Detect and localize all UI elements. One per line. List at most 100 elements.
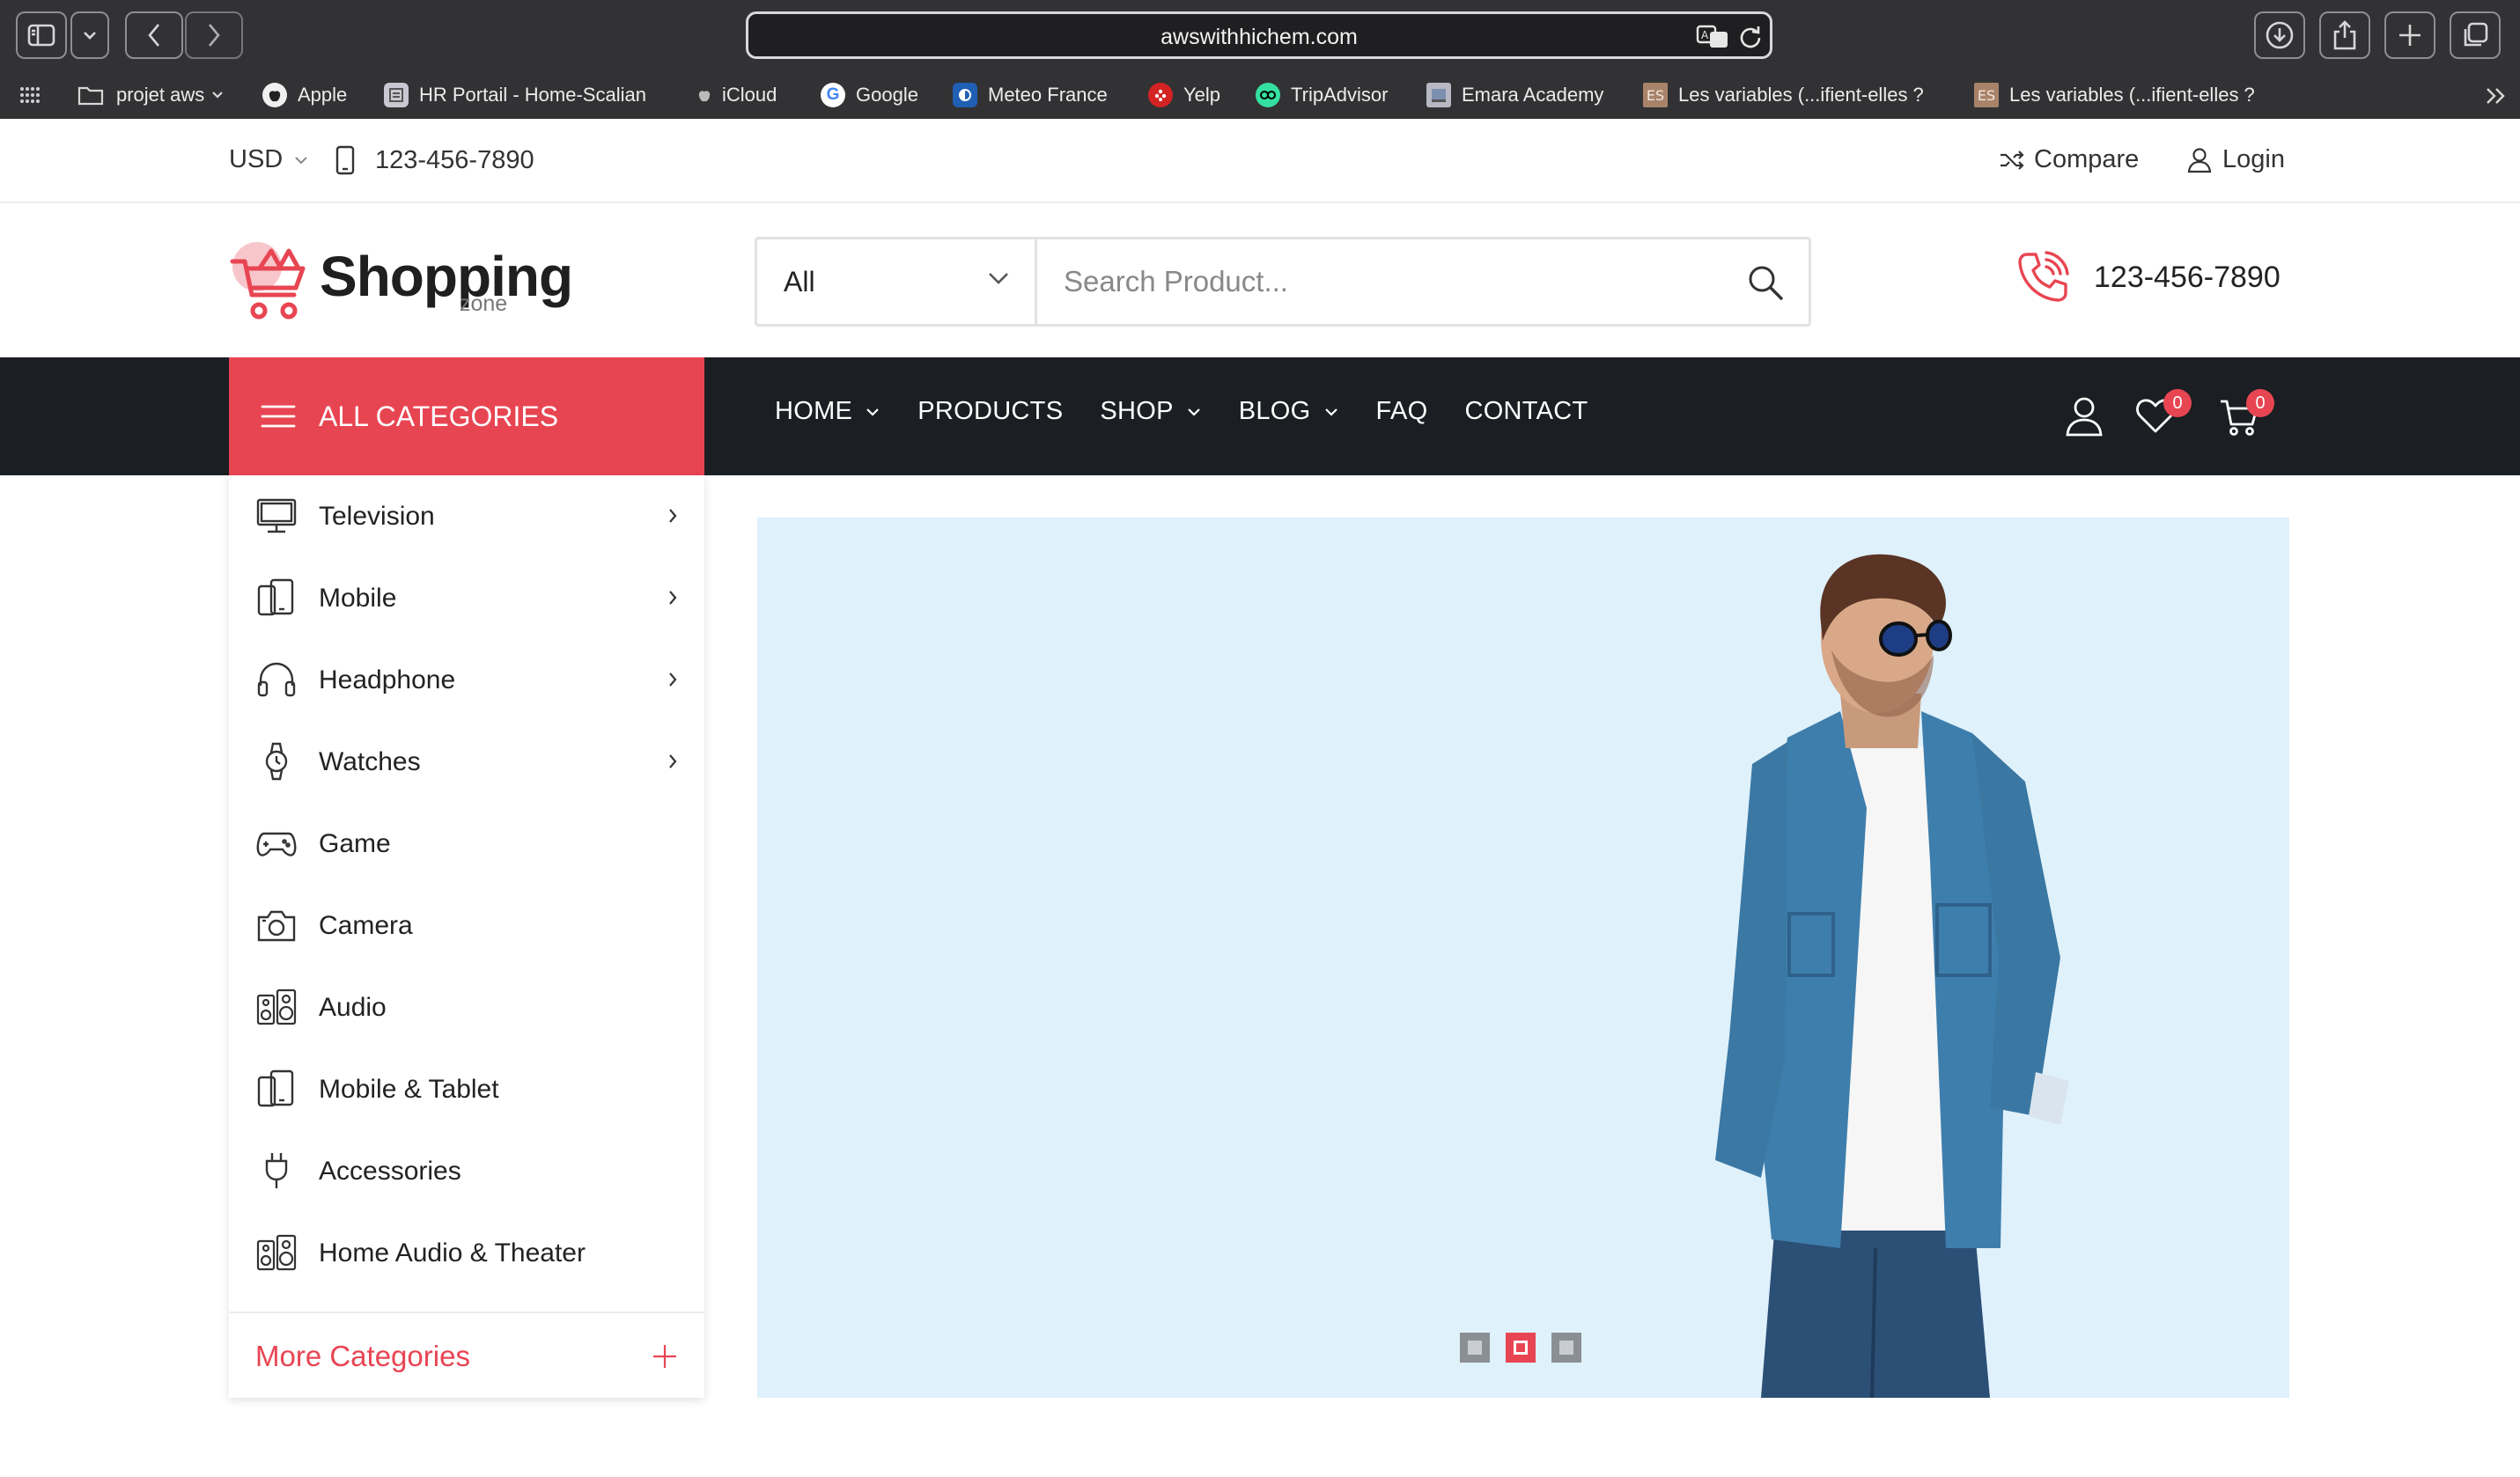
television-icon [256,498,297,533]
category-item-home-audio-theater[interactable]: Home Audio & Theater [229,1212,704,1294]
apps-grid-icon[interactable] [19,86,41,104]
category-item-camera[interactable]: Camera [229,885,704,966]
bookmark-label: Google [856,84,918,106]
header-phone-number: 123-456-7890 [2094,260,2281,294]
chevron-right-icon [669,754,677,768]
chevron-down-icon [84,32,96,40]
category-select[interactable]: All [757,239,1037,324]
slide-dot-2[interactable] [1506,1333,1536,1363]
header-phone: 123-456-7890 [2015,249,2281,305]
category-item-headphone[interactable]: Headphone [229,639,704,721]
translate-icon[interactable]: A [1696,24,1729,48]
bookmark-projet-aws[interactable]: projet aws [77,76,224,114]
bookmark-label: projet aws [116,84,205,106]
account-icon[interactable] [2065,396,2104,437]
downloads-button[interactable] [2254,11,2305,59]
nav-item-faq[interactable]: FAQ [1376,397,1428,426]
more-bookmarks-icon[interactable] [2485,86,2508,106]
top-bar: USD 123-456-7890 Compare Login [0,119,2520,203]
nav-item-products[interactable]: PRODUCTS [917,397,1063,426]
reload-icon[interactable] [1738,24,1763,48]
category-select-value: All [784,266,815,298]
all-categories-button[interactable]: ALL CATEGORIES [229,357,704,475]
bookmark-meteo-france[interactable]: Meteo France [953,76,1108,114]
nav-icons: 0 0 [2065,389,2294,442]
category-item-accessories[interactable]: Accessories [229,1130,704,1212]
category-item-audio[interactable]: Audio [229,966,704,1048]
chevron-down-icon [212,92,224,99]
shuffle-icon [2001,150,2024,170]
apple-icon [262,83,287,107]
topbar-phone: 123-456-7890 [335,145,534,175]
category-label: Headphone [319,665,456,694]
category-label: Home Audio & Theater [319,1238,586,1268]
nav-item-shop[interactable]: SHOP [1100,397,1201,426]
nav-item-home[interactable]: HOME [775,397,881,426]
address-bar[interactable]: awswithhichem.com A [746,11,1772,59]
bookmark-icloud[interactable]: iCloud [696,76,777,114]
login-label: Login [2222,145,2285,173]
chevron-right-icon [669,591,677,605]
logo-wordmark: Shopping [320,245,573,308]
login-link[interactable]: Login [2187,145,2285,174]
mobile-phone-icon [335,145,355,175]
category-item-mobile[interactable]: Mobile [229,557,704,639]
category-item-television[interactable]: Television [229,475,704,557]
nav-item-label: HOME [775,397,853,425]
nav-item-contact[interactable]: CONTACT [1464,397,1588,426]
tab-overview-button[interactable] [2450,11,2501,59]
hamburger-menu-icon [261,405,296,428]
es-icon: ES [1643,83,1668,107]
new-tab-button[interactable] [2384,11,2435,59]
nav-item-label: SHOP [1100,397,1174,425]
slide-dot-1[interactable] [1460,1333,1490,1363]
forward-button[interactable] [185,11,243,59]
download-icon [2266,21,2294,49]
bookmark-label: TripAdvisor [1291,84,1389,106]
bookmark-label: Apple [298,84,348,106]
back-button[interactable] [125,11,183,59]
bookmark-label: Les variables (...ifient-elles ? [1678,84,1924,106]
bookmark-hr-portail[interactable]: HR Portail - Home-Scalian [384,76,646,114]
sidebar-toggle-button[interactable] [16,11,67,59]
bookmark-yelp[interactable]: Yelp [1148,76,1220,114]
bookmark-tripadvisor[interactable]: TripAdvisor [1256,76,1388,114]
bookmark-apple[interactable]: Apple [262,76,347,114]
search-icon[interactable] [1747,264,1784,301]
browser-chrome: awswithhichem.com A projet aws Apple HR … [0,0,2520,119]
more-categories-label: More Categories [255,1340,470,1372]
bookmark-emara-academy[interactable]: Emara Academy [1426,76,1603,114]
logo-subtext: zone [460,291,508,316]
category-item-game[interactable]: Game [229,803,704,885]
search-input[interactable] [1037,239,1759,324]
currency-selector[interactable]: USD [229,145,309,174]
bookmark-google[interactable]: G Google [821,76,918,114]
site-logo[interactable]: Shopping zone [227,239,573,327]
compare-link[interactable]: Compare [1999,145,2139,174]
mobile-icon [257,578,294,616]
nav-item-label: PRODUCTS [917,397,1064,425]
nav-item-blog[interactable]: BLOG [1239,397,1339,426]
model-photo [1715,554,2069,1398]
plus-icon [653,1345,676,1368]
share-button[interactable] [2319,11,2370,59]
category-label: Camera [319,911,413,940]
category-item-mobile-tablet[interactable]: Mobile & Tablet [229,1048,704,1130]
cart-count-badge: 0 [2246,389,2274,417]
more-categories-button[interactable]: More Categories [229,1312,704,1398]
apple-icon [696,83,713,107]
folder-icon [77,86,104,106]
currency-label: USD [229,145,284,173]
slide-dot-3[interactable] [1551,1333,1581,1363]
tab-group-dropdown-button[interactable] [70,11,109,59]
compare-label: Compare [2034,145,2140,173]
chevron-right-icon [209,24,220,47]
yelp-icon [1148,83,1173,107]
category-item-watches[interactable]: Watches [229,721,704,803]
bookmark-les-variables-1[interactable]: ES Les variables (...ifient-elles ? [1643,76,1924,114]
meteo-icon [953,83,977,107]
svg-text:A: A [1701,29,1709,41]
bookmark-label: Les variables (...ifient-elles ? [2009,84,2255,106]
watch-icon [265,742,288,781]
bookmark-les-variables-2[interactable]: ES Les variables (...ifient-elles ? [1974,76,2255,114]
